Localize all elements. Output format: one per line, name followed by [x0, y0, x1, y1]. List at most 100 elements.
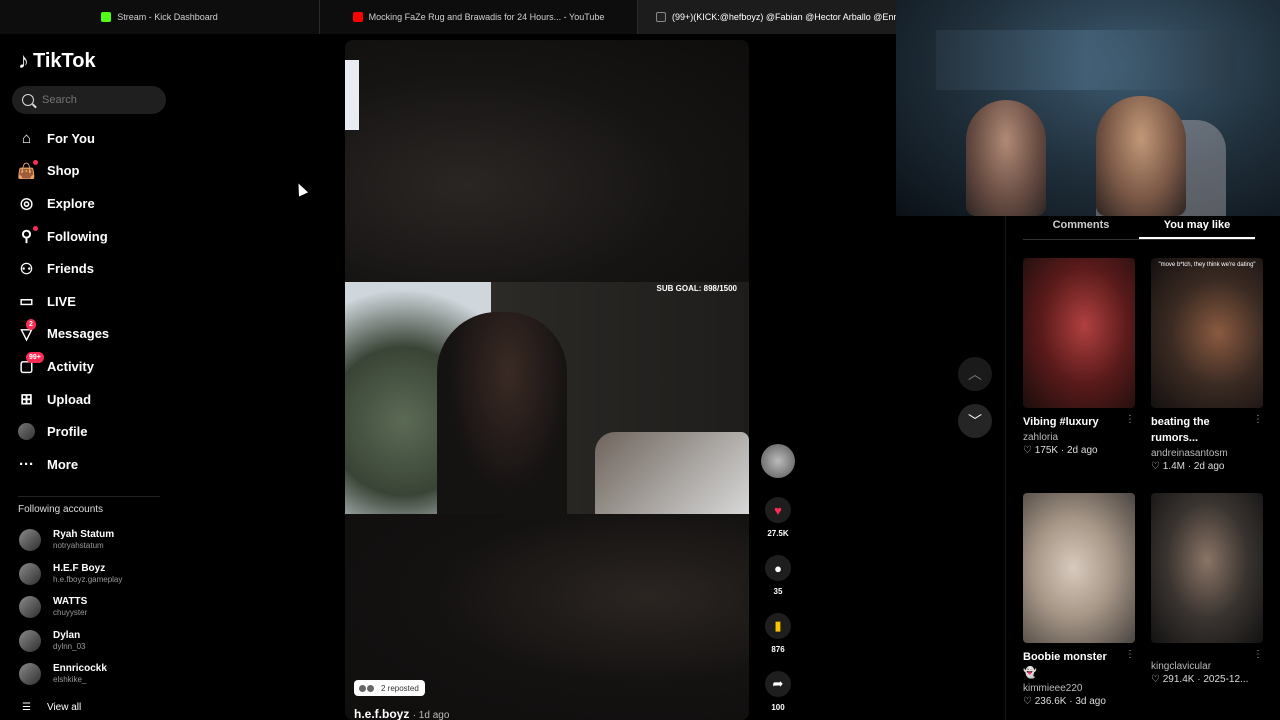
more-options-icon[interactable]: ⋮ [1125, 649, 1135, 660]
following-icon: ⚲ [18, 225, 38, 245]
card-age: 3d ago [1075, 696, 1106, 707]
chevron-down-icon: ﹀ [968, 413, 982, 429]
background-shelf [936, 30, 1236, 90]
scroll-down-button[interactable]: ﹀ [958, 404, 992, 438]
recommended-video-card[interactable]: Vibing #luxury ⋮ zahloria ♡ 175K · 2d ag… [1023, 258, 1135, 456]
card-likes: 291.4K [1162, 674, 1195, 685]
tiktok-favicon-icon [656, 12, 666, 22]
sidebar-item-label: More [47, 456, 79, 472]
sidebar-item-upload[interactable]: ⊞ Upload [0, 383, 200, 416]
account-name: Ennricockk [53, 663, 107, 674]
creator-avatar[interactable] [761, 444, 795, 478]
compass-icon: ◎ [19, 195, 34, 213]
following-account-item[interactable]: H.E.F Boyz h.e.fboyz.gameplay [19, 563, 122, 585]
following-account-item[interactable]: Ennricockk elshkike_ [19, 663, 107, 685]
browser-tab-kick[interactable]: Stream - Kick Dashboard [0, 0, 320, 34]
streamer-right [1096, 96, 1186, 216]
card-meta: ♡ 236.6K · 3d ago [1023, 696, 1106, 707]
video-author[interactable]: h.e.f.boyz · 1d ago [354, 707, 449, 720]
scroll-up-button[interactable]: ︿ [958, 357, 992, 391]
view-all-button[interactable]: ☰ View all [22, 702, 81, 713]
sidebar-item-explore[interactable]: ◎ Explore [0, 187, 200, 220]
account-handle: h.e.fboyz.gameplay [53, 575, 123, 584]
card-likes: 1.4M [1162, 461, 1185, 472]
following-account-item[interactable]: WATTS chuyyster [19, 596, 87, 618]
card-author: andreinasantosm [1151, 448, 1228, 459]
comment-button[interactable]: ● 35 [765, 555, 791, 596]
card-author: kingclavicular [1151, 661, 1212, 672]
friends-icon: ⚇ [19, 260, 34, 278]
sidebar-item-label: Activity [47, 358, 94, 374]
card-age: 2d ago [1067, 445, 1098, 456]
divider [1005, 216, 1006, 720]
activity-icon: ▢ 99+ [18, 351, 44, 375]
recommended-video-card[interactable]: "move b*tch, they think we're dating" be… [1151, 258, 1263, 472]
bag-object [595, 432, 749, 514]
recommended-video-card[interactable]: ⋮ kingclavicular ♡ 291.4K · 2025-12... [1151, 493, 1263, 685]
search-input[interactable] [42, 94, 152, 106]
card-title: beating the rumors... [1151, 416, 1210, 444]
account-name: Dylan [53, 630, 81, 641]
account-name: WATTS [53, 596, 88, 607]
activity-badge: 99+ [26, 351, 44, 363]
streamer-left [966, 100, 1046, 216]
video-frame-top [345, 40, 749, 282]
video-thumbnail [1023, 258, 1135, 408]
account-handle: elshkike_ [53, 675, 87, 684]
like-count: 27.5K [767, 529, 789, 538]
tab-comments[interactable]: Comments [1023, 216, 1139, 239]
bookmark-icon: ▮ [765, 613, 791, 639]
avatar [19, 630, 41, 652]
sidebar-item-for-you[interactable]: ⌂ For You [0, 122, 200, 155]
sidebar-item-more[interactable]: ··· More [0, 448, 200, 481]
sidebar-item-following[interactable]: ⚲ Following [0, 220, 200, 253]
sidebar-item-activity[interactable]: ▢ 99+ Activity [0, 350, 200, 383]
stream-chat-overlay [345, 282, 401, 322]
sidebar-item-label: Shop [47, 163, 80, 179]
youtube-favicon-icon [352, 12, 363, 22]
card-title [1151, 649, 1251, 659]
account-name: H.E.F Boyz [53, 563, 106, 574]
like-button[interactable]: ♥ 27.5K [765, 497, 791, 538]
search-icon [22, 94, 34, 106]
sidebar-item-label: LIVE [47, 293, 76, 309]
shopping-bag-icon: 👜 [17, 160, 38, 180]
more-options-icon[interactable]: ⋮ [1125, 414, 1135, 425]
avatar [19, 663, 41, 685]
following-account-item[interactable]: Ryah Statum notryahstatum [19, 529, 114, 551]
more-options-icon[interactable]: ⋮ [1253, 649, 1263, 660]
webcam-overlay [896, 0, 1280, 216]
sidebar-item-profile[interactable]: Profile [0, 415, 200, 448]
sidebar-item-label: Friends [47, 261, 94, 277]
card-title: Vibing #luxury [1023, 416, 1099, 428]
sidebar-item-live[interactable]: ▭ LIVE [0, 285, 200, 318]
save-button[interactable]: ▮ 876 [765, 613, 791, 654]
more-options-icon[interactable]: ⋮ [1253, 414, 1263, 425]
share-button[interactable]: ➦ 100 [765, 671, 791, 712]
reposted-pill[interactable]: 2 reposted [354, 680, 425, 696]
sidebar-item-friends[interactable]: ⚇ Friends [0, 252, 200, 285]
author-name: h.e.f.boyz [354, 707, 410, 720]
card-meta: ♡ 175K · 2d ago [1023, 445, 1098, 456]
search-box[interactable] [12, 86, 166, 114]
sidebar-item-label: Messages [47, 326, 110, 342]
following-account-item[interactable]: Dylan dylnn_03 [19, 630, 85, 652]
sidebar-item-messages[interactable]: ▽ 2 Messages [0, 318, 200, 351]
post-time: · 1d ago [412, 710, 450, 720]
browser-tab-title: (99+)(KICK:@hefboyz) @Fabian @Hector Arb… [672, 12, 913, 22]
card-meta: ♡ 291.4K · 2025-12... [1151, 674, 1249, 685]
tiktok-logo[interactable]: ♪ TikTok [18, 48, 96, 74]
recommended-video-card[interactable]: Boobie monster 👻 ⋮ kimmieee220 ♡ 236.6K … [1023, 493, 1135, 707]
card-title: Boobie monster 👻 [1023, 651, 1107, 679]
browser-tab-youtube[interactable]: Mocking FaZe Rug and Brawadis for 24 Hou… [320, 0, 638, 34]
card-author: kimmieee220 [1023, 683, 1083, 694]
card-meta: ♡ 1.4M · 2d ago [1151, 461, 1225, 472]
avatar [367, 684, 374, 692]
following-accounts-title: Following accounts [18, 504, 104, 515]
tab-you-may-like[interactable]: You may like [1139, 216, 1255, 239]
video-player[interactable]: SUB GOAL: 898/1500 2 reposted h.e.f.boyz… [345, 40, 749, 720]
card-age: 2d ago [1193, 461, 1225, 472]
avatar [359, 684, 366, 692]
sidebar-item-shop[interactable]: 👜 Shop [0, 155, 200, 188]
avatar [19, 529, 41, 551]
